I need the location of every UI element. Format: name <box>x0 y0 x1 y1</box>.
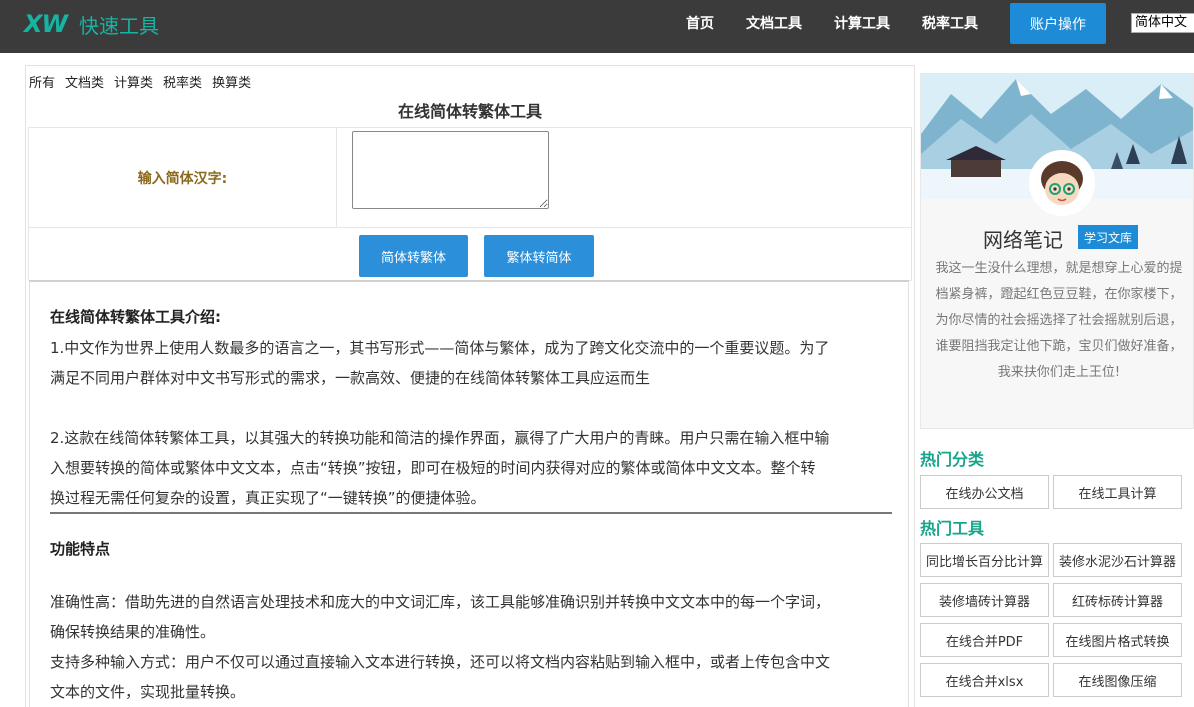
top-header: XW 快速工具 首页 文档工具 计算工具 税率工具 账户操作 简体中文 <box>0 0 1194 53</box>
hot-tool-wall-tile[interactable]: 装修墙砖计算器 <box>920 583 1049 617</box>
article-p2-line1: 2.这款在线简体转繁体工具，以其强大的转换功能和简洁的操作界面，赢得了广大用户的… <box>50 429 830 447</box>
input-label: 输入简体汉字: <box>29 128 337 228</box>
page-title: 在线简体转繁体工具 <box>397 102 542 121</box>
article-p1-line2: 满足不同用户群体对中文书写形式的需求，一款高效、便捷的在线简体转繁体工具应运而生 <box>50 369 651 387</box>
input-row: 输入简体汉字: <box>29 128 911 228</box>
article-p2-line3: 换过程无需任何复杂的设置，真正实现了“一键转换”的便捷体验。 <box>50 489 486 507</box>
hot-tool-image-format[interactable]: 在线图片格式转换 <box>1053 623 1182 657</box>
hot-categories-title: 热门分类 <box>920 450 985 469</box>
site-logo[interactable]: XW 快速工具 <box>24 9 159 39</box>
hot-category-office-docs[interactable]: 在线办公文档 <box>920 475 1049 509</box>
category-convert[interactable]: 换算类 <box>212 72 251 91</box>
article-heading: 在线简体转繁体工具介绍: <box>50 308 221 326</box>
hot-tool-merge-xlsx[interactable]: 在线合并xlsx <box>920 663 1049 697</box>
avatar-image <box>1032 153 1092 213</box>
nav-calc-tools[interactable]: 计算工具 <box>834 0 890 46</box>
category-doc[interactable]: 文档类 <box>65 72 104 91</box>
feature1-line2: 确保转换结果的准确性。 <box>50 623 216 641</box>
hot-tools-title: 热门工具 <box>920 519 985 538</box>
feature2-line2: 文本的文件，实现批量转换。 <box>50 683 246 701</box>
nav-home[interactable]: 首页 <box>686 0 714 46</box>
hot-tool-red-brick[interactable]: 红砖标砖计算器 <box>1053 583 1182 617</box>
nav-doc-tools[interactable]: 文档工具 <box>746 0 802 46</box>
nav-tax-tools[interactable]: 税率工具 <box>922 0 978 46</box>
hot-tool-merge-pdf[interactable]: 在线合并PDF <box>920 623 1049 657</box>
language-select[interactable]: 简体中文 <box>1131 13 1194 33</box>
profile-name: 网络笔记 <box>983 228 1063 252</box>
article-p1-line1: 1.中文作为世界上使用人数最多的语言之一，其书写形式——简体与繁体，成为了跨文化… <box>50 339 830 357</box>
hot-tool-image-compress[interactable]: 在线图像压缩 <box>1053 663 1182 697</box>
hot-category-tool-calc[interactable]: 在线工具计算 <box>1053 475 1182 509</box>
article-content: 在线简体转繁体工具介绍: 1.中文作为世界上使用人数最多的语言之一，其书写形式—… <box>29 280 909 707</box>
features-heading: 功能特点 <box>50 540 111 558</box>
to-simplified-button[interactable]: 繁体转简体 <box>484 235 594 277</box>
profile-card: 网络笔记 学习文库 我这一生没什么理想，就是想穿上心爱的提档紧身裤，蹬起红色豆豆… <box>920 73 1194 429</box>
category-calc[interactable]: 计算类 <box>114 72 153 91</box>
category-all[interactable]: 所有 <box>29 72 55 91</box>
account-button[interactable]: 账户操作 <box>1010 3 1106 44</box>
profile-badge[interactable]: 学习文库 <box>1078 225 1138 249</box>
category-tax[interactable]: 税率类 <box>163 72 202 91</box>
profile-bio: 我这一生没什么理想，就是想穿上心爱的提档紧身裤，蹬起红色豆豆鞋，在你家楼下，为你… <box>935 261 1183 380</box>
converter-form: 输入简体汉字: 简体转繁体 繁体转简体 <box>28 127 912 281</box>
simplified-text-input[interactable] <box>352 131 549 209</box>
main-panel: 所有 文档类 计算类 税率类 换算类 在线简体转繁体工具 输入简体汉字: 简体转… <box>25 65 915 707</box>
hot-tool-yoy-growth[interactable]: 同比增长百分比计算 <box>920 543 1049 577</box>
article-p2-line2: 入想要转换的简体或繁体中文文本，点击“转换”按钮，即可在极短的时间内获得对应的繁… <box>50 459 816 477</box>
to-traditional-button[interactable]: 简体转繁体 <box>359 235 468 277</box>
feature2-line1: 支持多种输入方式：用户不仅可以通过直接输入文本进行转换，还可以将文档内容粘贴到输… <box>50 653 831 671</box>
avatar[interactable] <box>1029 150 1095 216</box>
hot-tool-cement-sand[interactable]: 装修水泥沙石计算器 <box>1053 543 1182 577</box>
feature1-line1: 准确性高：借助先进的自然语言处理技术和庞大的中文词汇库，该工具能够准确识别并转换… <box>50 593 831 611</box>
logo-mark: XW <box>24 10 68 38</box>
category-tabs: 所有 文档类 计算类 税率类 换算类 <box>29 72 251 91</box>
logo-text: 快速工具 <box>78 13 159 38</box>
divider <box>50 512 892 514</box>
